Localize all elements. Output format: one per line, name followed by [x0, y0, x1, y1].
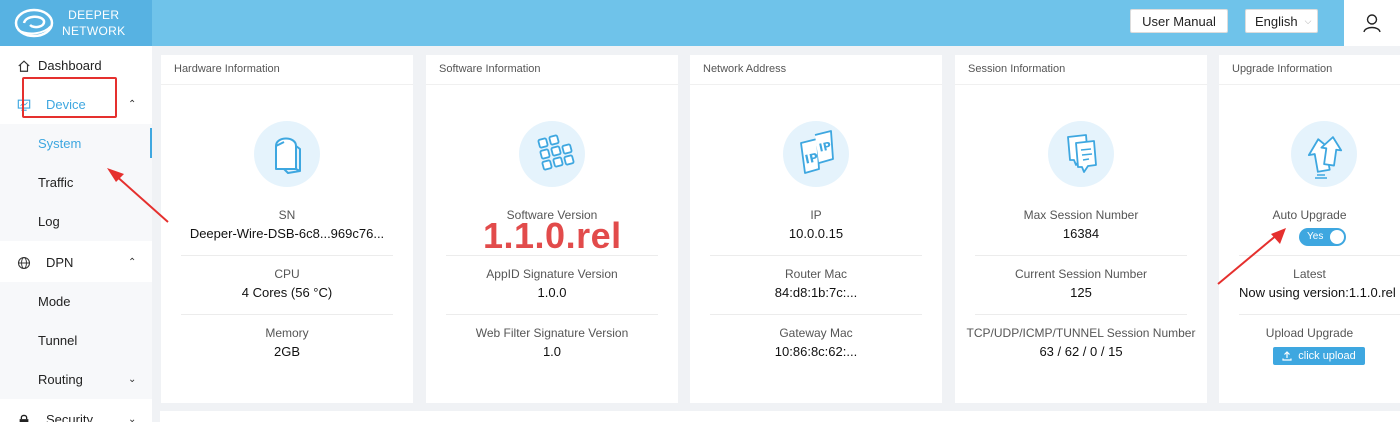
row-divider	[975, 255, 1187, 256]
row-divider	[181, 255, 393, 256]
auto-upgrade-label: Auto Upgrade	[1272, 208, 1347, 222]
sidebar-item-label: Security	[46, 412, 93, 422]
sidebar-item-label: Mode	[38, 294, 71, 309]
protocol-session-label: TCP/UDP/ICMP/TUNNEL Session Number	[966, 326, 1196, 340]
software-version-highlight: 1.1.0.rel	[483, 215, 622, 256]
top-header: DEEPER NETWORK User Manual English ⌵	[0, 0, 1400, 46]
sidebar-item-label: Log	[38, 214, 60, 229]
bottom-panel	[160, 411, 1400, 422]
brand-line2: NETWORK	[62, 24, 126, 38]
user-menu[interactable]	[1344, 0, 1400, 46]
router-mac-value: 84:d8:1b:7c:...	[774, 285, 858, 300]
cpu-value: 4 Cores (56 °C)	[241, 285, 333, 300]
chevron-up-icon: ⌃	[128, 99, 137, 110]
lock-icon	[16, 412, 32, 422]
chevron-down-icon: ⌄	[128, 374, 137, 385]
upgrade-icon	[1291, 121, 1357, 187]
card-divider	[161, 84, 413, 85]
appid-signature-value: 1.0.0	[537, 285, 567, 300]
home-icon	[16, 58, 32, 74]
max-session-value: 16384	[1062, 226, 1100, 241]
sidebar-item-label: Tunnel	[38, 333, 78, 348]
card-title: Hardware Information	[174, 63, 280, 75]
chevron-down-icon: ⌄	[128, 414, 137, 422]
cpu-label: CPU	[274, 267, 300, 281]
upload-button-label: click upload	[1298, 350, 1356, 362]
sidebar-item-mode[interactable]: Mode	[0, 282, 152, 321]
upload-icon	[1282, 351, 1292, 361]
sidebar-item-label: Traffic	[38, 175, 74, 190]
card-title: Upgrade Information	[1232, 63, 1333, 75]
web-filter-signature-label: Web Filter Signature Version	[475, 326, 629, 340]
gateway-mac-label: Gateway Mac	[779, 326, 853, 340]
user-manual-button[interactable]: User Manual	[1130, 9, 1228, 33]
row-divider	[446, 314, 658, 315]
chevron-down-icon: ⌵	[1304, 15, 1312, 26]
ip-label: IP	[810, 208, 822, 222]
row-divider	[1239, 314, 1400, 315]
toggle-label: Yes	[1307, 231, 1324, 242]
auto-upgrade-toggle[interactable]: Yes	[1299, 228, 1346, 246]
sidebar-item-tunnel[interactable]: Tunnel	[0, 321, 152, 360]
software-icon	[519, 121, 585, 187]
sidebar-item-label: DPN	[46, 255, 74, 270]
chevron-up-icon: ⌃	[128, 257, 137, 268]
hardware-info-card: Hardware Information SN Deeper-Wire-DSB-…	[161, 55, 413, 403]
row-divider	[1239, 255, 1400, 256]
card-divider	[955, 84, 1207, 85]
sidebar-item-dpn[interactable]: DPN ⌃	[0, 243, 152, 282]
sn-value: Deeper-Wire-DSB-6c8...969c76...	[189, 226, 385, 241]
deeper-logo-icon	[14, 8, 54, 38]
latest-label: Latest	[1293, 267, 1326, 281]
protocol-session-value: 63 / 62 / 0 / 15	[1039, 344, 1123, 359]
sn-label: SN	[278, 208, 296, 222]
upload-upgrade-label: Upload Upgrade	[1265, 326, 1354, 340]
card-divider	[426, 84, 678, 85]
annotation-highlight-box	[22, 77, 117, 118]
language-value: English	[1255, 13, 1298, 29]
brand-name: DEEPER NETWORK	[62, 7, 125, 39]
router-mac-label: Router Mac	[784, 267, 848, 281]
row-divider	[181, 314, 393, 315]
user-icon	[1363, 14, 1381, 33]
memory-label: Memory	[265, 326, 309, 340]
row-divider	[975, 314, 1187, 315]
latest-version-value: Now using version:1.1.0.rel	[1239, 285, 1396, 300]
sidebar-item-security[interactable]: Security ⌄	[0, 400, 152, 422]
sidebar-item-traffic[interactable]: Traffic	[0, 163, 152, 202]
hardware-icon	[254, 121, 320, 187]
card-title: Session Information	[968, 63, 1066, 75]
language-select[interactable]: English ⌵	[1245, 9, 1318, 33]
sidebar-item-routing[interactable]: Routing ⌄	[0, 360, 152, 399]
max-session-label: Max Session Number	[1023, 208, 1139, 222]
network-address-card: Network Address IP IP IP 10.0.0.15 Route…	[690, 55, 942, 403]
row-divider	[710, 255, 922, 256]
session-info-card: Session Information Max Session Number 1…	[955, 55, 1207, 403]
ip-value: 10.0.0.15	[788, 226, 844, 241]
card-title: Network Address	[703, 63, 787, 75]
appid-signature-label: AppID Signature Version	[486, 267, 618, 281]
row-divider	[710, 314, 922, 315]
brand-line1: DEEPER	[68, 8, 120, 22]
sidebar-item-label: Routing	[38, 372, 83, 387]
card-divider	[1219, 84, 1400, 85]
gateway-mac-value: 10:86:8c:62:...	[774, 344, 858, 359]
globe-icon	[16, 255, 32, 271]
current-session-label: Current Session Number	[1014, 267, 1148, 281]
memory-value: 2GB	[273, 344, 300, 359]
session-icon	[1048, 121, 1114, 187]
card-divider	[690, 84, 942, 85]
sidebar-item-label: System	[38, 136, 82, 151]
sidebar-item-label: Dashboard	[38, 58, 102, 73]
brand-logo[interactable]: DEEPER NETWORK	[0, 0, 152, 46]
ip-address-icon: IP IP	[783, 121, 849, 187]
current-session-value: 125	[1070, 285, 1092, 300]
click-upload-button[interactable]: click upload	[1273, 347, 1365, 365]
card-title: Software Information	[439, 63, 541, 75]
sidebar-item-log[interactable]: Log	[0, 202, 152, 241]
web-filter-signature-value: 1.0	[542, 344, 562, 359]
upgrade-info-card: Upgrade Information Auto Upgrade Yes Lat…	[1219, 55, 1400, 403]
sidebar-item-system[interactable]: System	[0, 124, 152, 163]
toggle-knob	[1330, 230, 1344, 244]
